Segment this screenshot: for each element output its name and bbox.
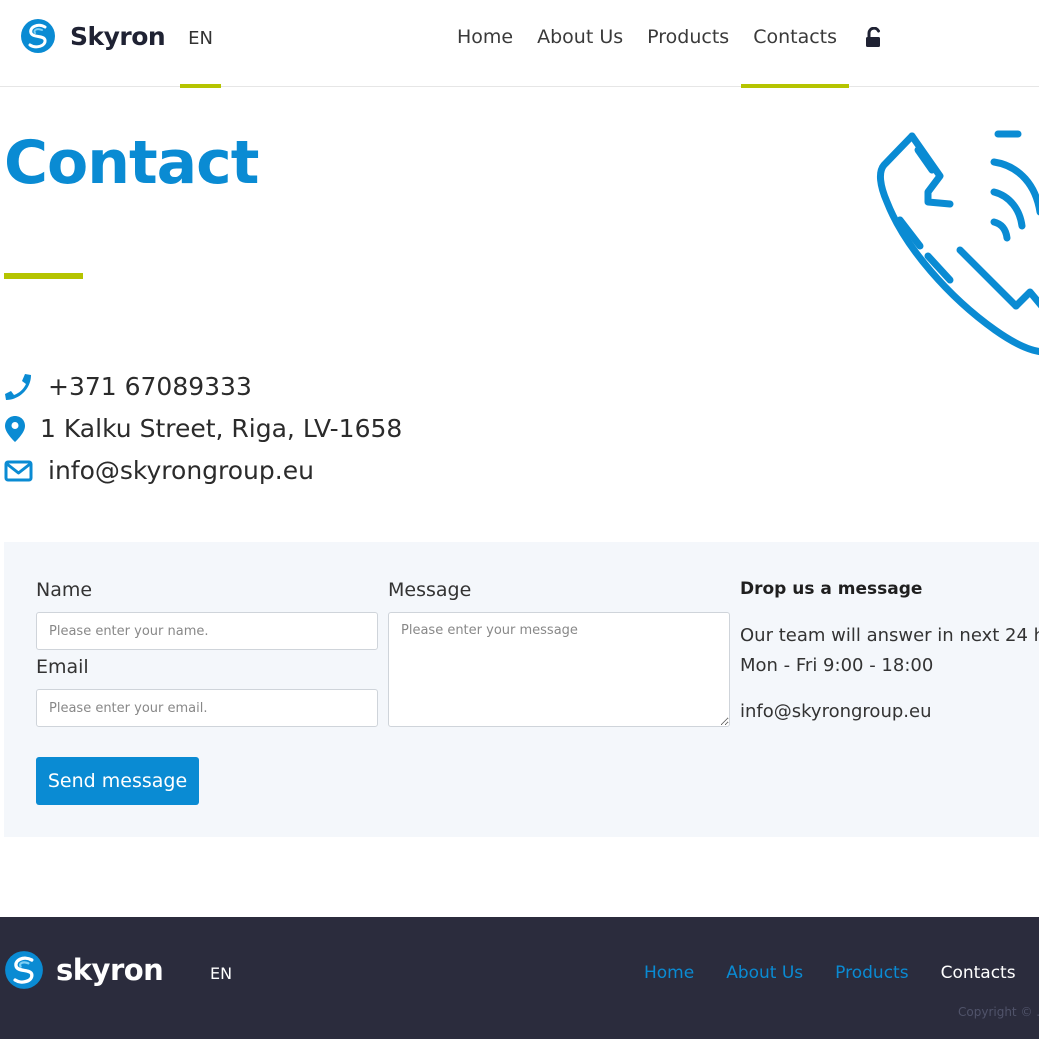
name-label: Name <box>36 579 93 601</box>
footer-nav-contacts[interactable]: Contacts <box>941 963 1016 983</box>
footer-nav-home[interactable]: Home <box>644 963 694 983</box>
office-hours-text: Mon - Fri 9:00 - 18:00 <box>740 655 934 676</box>
name-input[interactable] <box>36 612 378 650</box>
footer-nav-about-us[interactable]: About Us <box>726 963 803 983</box>
nav-about-us[interactable]: About Us <box>525 0 635 87</box>
sidebar-heading: Drop us a message <box>740 579 923 599</box>
language-switcher[interactable]: EN <box>180 0 221 88</box>
nav-home-label: Home <box>457 26 514 48</box>
phone-ringing-icon <box>876 130 1039 356</box>
site-header: Skyron EN Home About Us Products Contact… <box>0 0 1039 88</box>
nav-contacts[interactable]: Contacts <box>741 0 850 88</box>
title-underline <box>4 273 83 279</box>
map-pin-icon <box>5 415 25 442</box>
nav-home[interactable]: Home <box>445 0 525 87</box>
email-label: Email <box>36 656 89 678</box>
nav-about-us-label: About Us <box>537 26 624 48</box>
language-label: EN <box>188 28 213 49</box>
send-message-button[interactable]: Send message <box>36 757 199 805</box>
header-logo[interactable]: Skyron <box>20 18 166 54</box>
copyright-text: Copyright © . <box>958 1005 1039 1019</box>
nav-products-label: Products <box>647 26 730 48</box>
address-text: 1 Kalku Street, Riga, LV-1658 <box>40 414 403 443</box>
brand-name: Skyron <box>70 21 166 51</box>
contact-form-panel: Name Email Message Send message Drop us … <box>4 542 1039 837</box>
nav-active-indicator <box>741 84 850 88</box>
site-footer: skyron EN Home About Us Products Contact… <box>0 917 1039 1039</box>
email-link[interactable]: info@skyrongroup.eu <box>48 456 314 485</box>
email-input[interactable] <box>36 689 378 727</box>
main-nav: Home About Us Products Contacts <box>445 0 885 88</box>
footer-brand-name: skyron <box>56 953 164 987</box>
contact-phone[interactable]: +371 67089333 <box>4 372 252 401</box>
contact-address: 1 Kalku Street, Riga, LV-1658 <box>4 414 402 443</box>
nav-contacts-label: Contacts <box>753 26 838 48</box>
footer-nav: Home About Us Products Contacts <box>644 963 1039 983</box>
skyron-logo-icon <box>5 951 43 989</box>
message-label: Message <box>388 579 472 601</box>
phone-icon <box>5 373 31 400</box>
envelope-icon <box>4 460 33 481</box>
sidebar-email[interactable]: info@skyrongroup.eu <box>740 701 931 722</box>
nav-products[interactable]: Products <box>635 0 741 87</box>
lock-open-icon[interactable] <box>863 27 885 49</box>
answer-time-text: Our team will answer in next 24 h <box>740 625 1039 646</box>
message-textarea[interactable] <box>388 612 730 727</box>
footer-nav-products[interactable]: Products <box>835 963 908 983</box>
phone-number: +371 67089333 <box>48 372 252 401</box>
skyron-logo-icon <box>21 19 55 53</box>
footer-logo[interactable]: skyron <box>4 950 164 990</box>
page-title: Contact <box>4 128 259 198</box>
contact-email[interactable]: info@skyrongroup.eu <box>4 456 314 485</box>
language-active-indicator <box>180 84 221 88</box>
footer-language-switcher[interactable]: EN <box>210 964 232 983</box>
